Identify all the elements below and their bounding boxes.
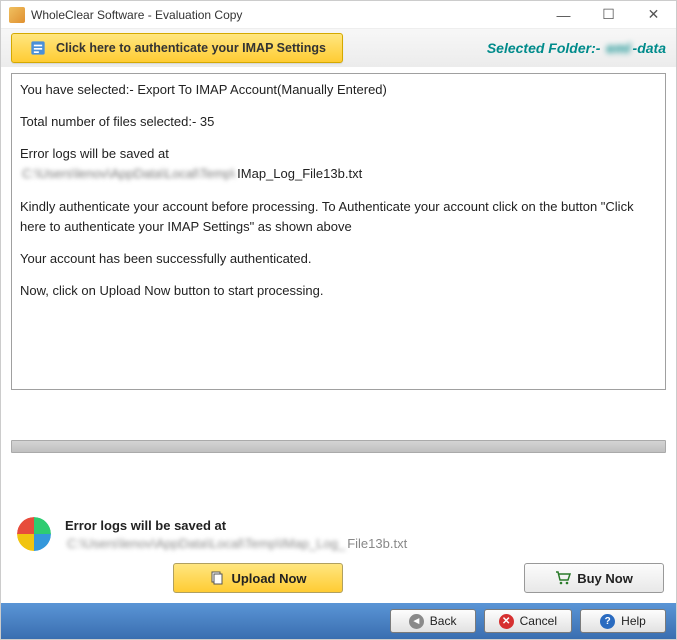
toolbar: Click here to authenticate your IMAP Set… bbox=[1, 29, 676, 67]
help-label: Help bbox=[621, 614, 646, 628]
log-panel: You have selected:- Export To IMAP Accou… bbox=[11, 73, 666, 390]
upload-now-button[interactable]: Upload Now bbox=[173, 563, 343, 593]
log-line-selection: You have selected:- Export To IMAP Accou… bbox=[20, 80, 657, 100]
back-button[interactable]: ◄ Back bbox=[390, 609, 476, 633]
minimize-button[interactable]: — bbox=[541, 1, 586, 29]
action-row: Upload Now Buy Now bbox=[1, 555, 676, 603]
back-icon: ◄ bbox=[409, 614, 424, 629]
pie-chart-icon bbox=[17, 517, 51, 551]
back-label: Back bbox=[430, 614, 457, 628]
log-line-errorlog: Error logs will be saved at C:\Users\len… bbox=[20, 144, 657, 184]
selected-folder-display: Selected Folder:- eml-data bbox=[487, 40, 666, 56]
cancel-label: Cancel bbox=[520, 614, 557, 628]
footer-bar: ◄ Back ✕ Cancel ? Help bbox=[1, 603, 676, 639]
authenticate-button[interactable]: Click here to authenticate your IMAP Set… bbox=[11, 33, 343, 63]
upload-icon bbox=[209, 570, 225, 586]
cancel-icon: ✕ bbox=[499, 614, 514, 629]
authenticate-label: Click here to authenticate your IMAP Set… bbox=[56, 41, 326, 55]
content-area: You have selected:- Export To IMAP Accou… bbox=[1, 67, 676, 555]
app-icon bbox=[9, 7, 25, 23]
buy-now-button[interactable]: Buy Now bbox=[524, 563, 664, 593]
log-line-upload-hint: Now, click on Upload Now button to start… bbox=[20, 281, 657, 301]
bottom-info: Error logs will be saved at C:\Users\len… bbox=[11, 513, 666, 555]
selected-folder-blur: eml bbox=[604, 40, 632, 56]
window-controls: — ☐ ✕ bbox=[541, 1, 676, 29]
app-window: WholeClear Software - Evaluation Copy — … bbox=[0, 0, 677, 640]
bottom-path-blur: C:\Users\lenov\AppData\Local\Temp\IMap_L… bbox=[65, 536, 347, 551]
progress-bar bbox=[11, 440, 666, 453]
help-button[interactable]: ? Help bbox=[580, 609, 666, 633]
maximize-button[interactable]: ☐ bbox=[586, 1, 631, 29]
window-title: WholeClear Software - Evaluation Copy bbox=[31, 8, 541, 22]
bottom-path-clear: File13b.txt bbox=[347, 536, 407, 551]
close-button[interactable]: ✕ bbox=[631, 1, 676, 29]
selected-folder-value: -data bbox=[633, 40, 666, 56]
log-line-filecount: Total number of files selected:- 35 bbox=[20, 112, 657, 132]
titlebar: WholeClear Software - Evaluation Copy — … bbox=[1, 1, 676, 29]
buy-label: Buy Now bbox=[577, 571, 633, 586]
cancel-button[interactable]: ✕ Cancel bbox=[484, 609, 572, 633]
help-icon: ? bbox=[600, 614, 615, 629]
log-line-auth-success: Your account has been successfully authe… bbox=[20, 249, 657, 269]
bottom-text: Error logs will be saved at C:\Users\len… bbox=[65, 518, 407, 551]
cart-icon bbox=[555, 570, 571, 586]
bottom-title: Error logs will be saved at bbox=[65, 518, 226, 533]
upload-label: Upload Now bbox=[231, 571, 306, 586]
log-line-instruction: Kindly authenticate your account before … bbox=[20, 197, 657, 237]
settings-icon bbox=[28, 38, 48, 58]
selected-folder-label: Selected Folder:- bbox=[487, 40, 601, 56]
